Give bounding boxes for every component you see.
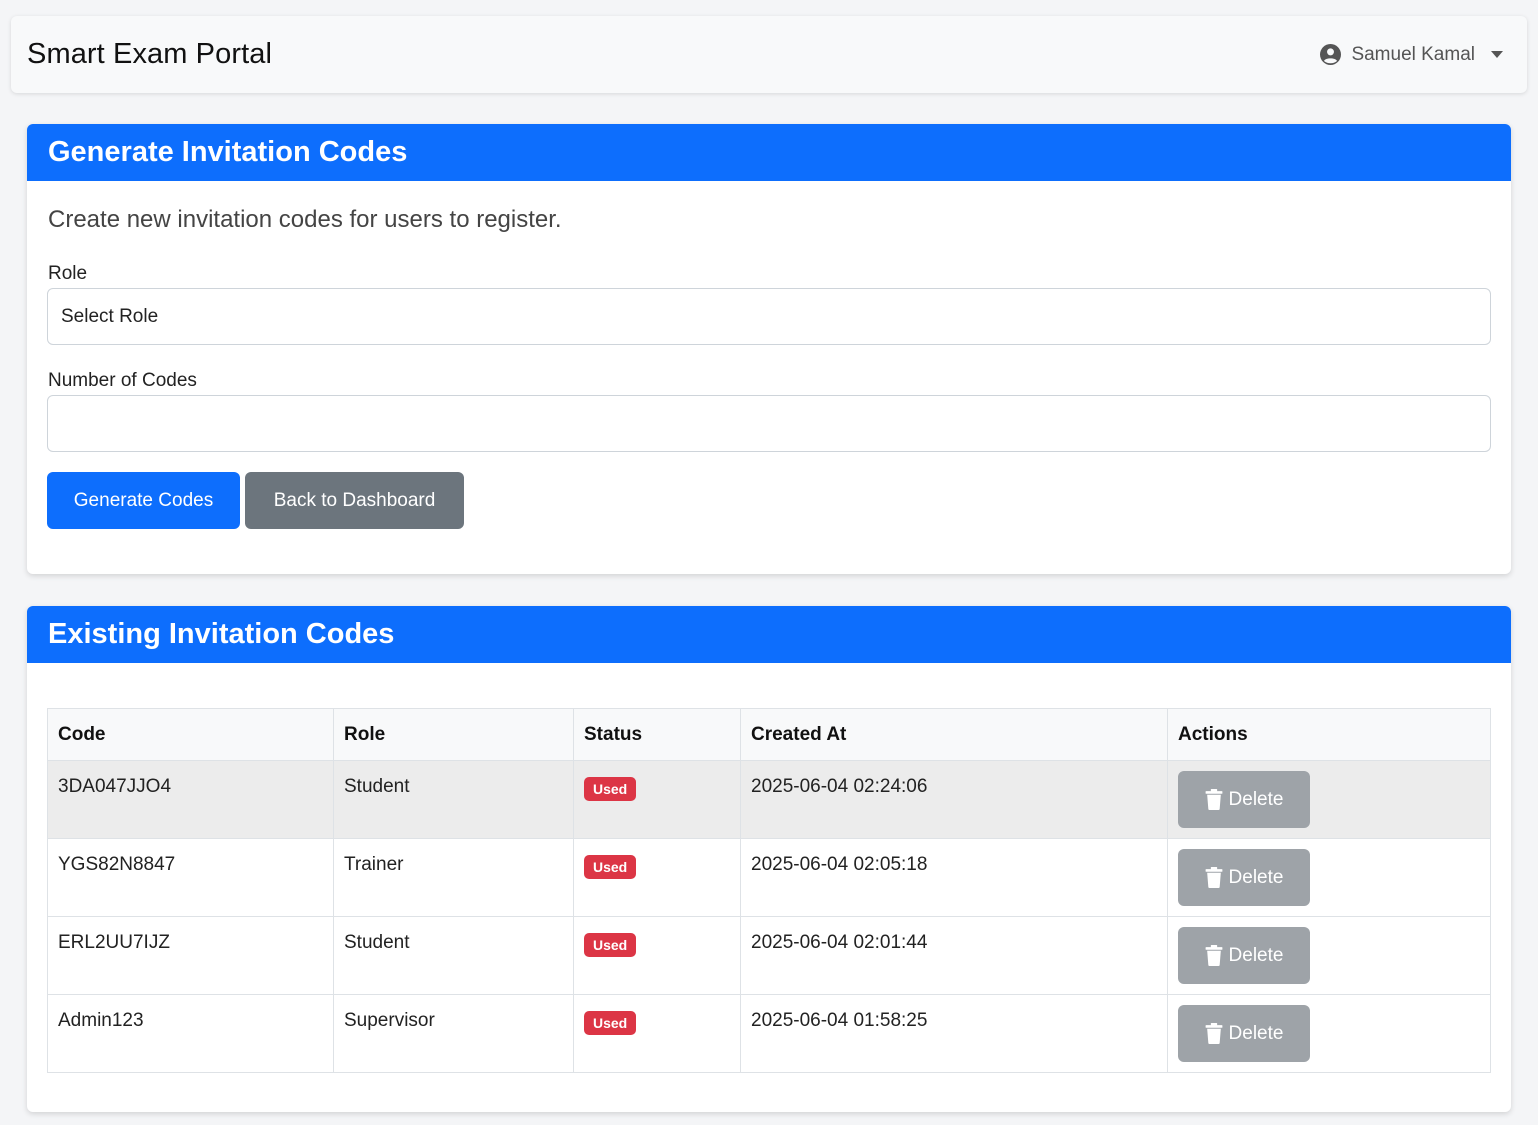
table-row: Admin123 Supervisor Used 2025-06-04 01:5… <box>47 994 1491 1073</box>
column-header-status: Status <box>573 708 741 761</box>
cell-created-at: 2025-06-04 01:58:25 <box>740 994 1168 1073</box>
generate-card-title: Generate Invitation Codes <box>27 124 1511 181</box>
cell-role: Student <box>333 916 574 995</box>
cell-created-at: 2025-06-04 02:05:18 <box>740 838 1168 917</box>
cell-created-at: 2025-06-04 02:01:44 <box>740 916 1168 995</box>
generate-codes-button[interactable]: Generate Codes <box>47 472 240 529</box>
caret-down-icon <box>1491 51 1503 58</box>
delete-label: Delete <box>1228 944 1284 966</box>
trash-icon <box>1205 945 1222 966</box>
trash-icon <box>1205 789 1222 810</box>
number-of-codes-input[interactable] <box>47 395 1491 452</box>
delete-label: Delete <box>1228 866 1284 888</box>
status-badge: Used <box>584 777 637 801</box>
number-of-codes-label: Number of Codes <box>48 370 197 391</box>
role-select[interactable]: Select Role <box>47 288 1491 345</box>
trash-icon <box>1205 867 1222 888</box>
back-to-dashboard-button[interactable]: Back to Dashboard <box>245 472 464 529</box>
cell-status: Used <box>573 760 741 839</box>
delete-button[interactable]: Delete <box>1178 1005 1310 1062</box>
invitation-codes-table: Code Role Status Created At Actions 3DA0… <box>47 708 1491 1073</box>
cell-actions: Delete <box>1167 760 1491 839</box>
delete-button[interactable]: Delete <box>1178 849 1310 906</box>
user-circle-icon <box>1320 44 1342 65</box>
cell-code: 3DA047JJO4 <box>47 760 334 839</box>
column-header-role: Role <box>333 708 574 761</box>
existing-codes-card: Existing Invitation Codes Code Role Stat… <box>27 606 1511 1112</box>
cell-status: Used <box>573 916 741 995</box>
generate-codes-card: Generate Invitation Codes Create new inv… <box>27 124 1511 574</box>
status-badge: Used <box>584 1011 637 1035</box>
role-label: Role <box>48 263 88 284</box>
generate-description: Create new invitation codes for users to… <box>48 206 562 233</box>
table-row: ERL2UU7IJZ Student Used 2025-06-04 02:01… <box>47 916 1491 995</box>
column-header-actions: Actions <box>1167 708 1491 761</box>
cell-code: Admin123 <box>47 994 334 1073</box>
cell-role: Trainer <box>333 838 574 917</box>
table-row: 3DA047JJO4 Student Used 2025-06-04 02:24… <box>47 760 1491 839</box>
user-menu-dropdown[interactable]: Samuel Kamal <box>1320 44 1503 66</box>
cell-code: YGS82N8847 <box>47 838 334 917</box>
cell-role: Student <box>333 760 574 839</box>
table-header-row: Code Role Status Created At Actions <box>47 708 1491 761</box>
cell-code: ERL2UU7IJZ <box>47 916 334 995</box>
delete-button[interactable]: Delete <box>1178 771 1310 828</box>
cell-role: Supervisor <box>333 994 574 1073</box>
trash-icon <box>1205 1023 1222 1044</box>
brand-title[interactable]: Smart Exam Portal <box>27 38 272 71</box>
column-header-code: Code <box>47 708 334 761</box>
cell-status: Used <box>573 994 741 1073</box>
cell-actions: Delete <box>1167 916 1491 995</box>
status-badge: Used <box>584 933 637 957</box>
cell-actions: Delete <box>1167 994 1491 1073</box>
cell-status: Used <box>573 838 741 917</box>
delete-button[interactable]: Delete <box>1178 927 1310 984</box>
user-name: Samuel Kamal <box>1351 43 1475 65</box>
status-badge: Used <box>584 855 637 879</box>
table-row: YGS82N8847 Trainer Used 2025-06-04 02:05… <box>47 838 1491 917</box>
cell-created-at: 2025-06-04 02:24:06 <box>740 760 1168 839</box>
delete-label: Delete <box>1228 788 1284 810</box>
cell-actions: Delete <box>1167 838 1491 917</box>
column-header-created-at: Created At <box>740 708 1168 761</box>
delete-label: Delete <box>1228 1022 1284 1044</box>
existing-card-title: Existing Invitation Codes <box>27 606 1511 663</box>
top-navbar: Smart Exam Portal Samuel Kamal <box>11 16 1527 93</box>
